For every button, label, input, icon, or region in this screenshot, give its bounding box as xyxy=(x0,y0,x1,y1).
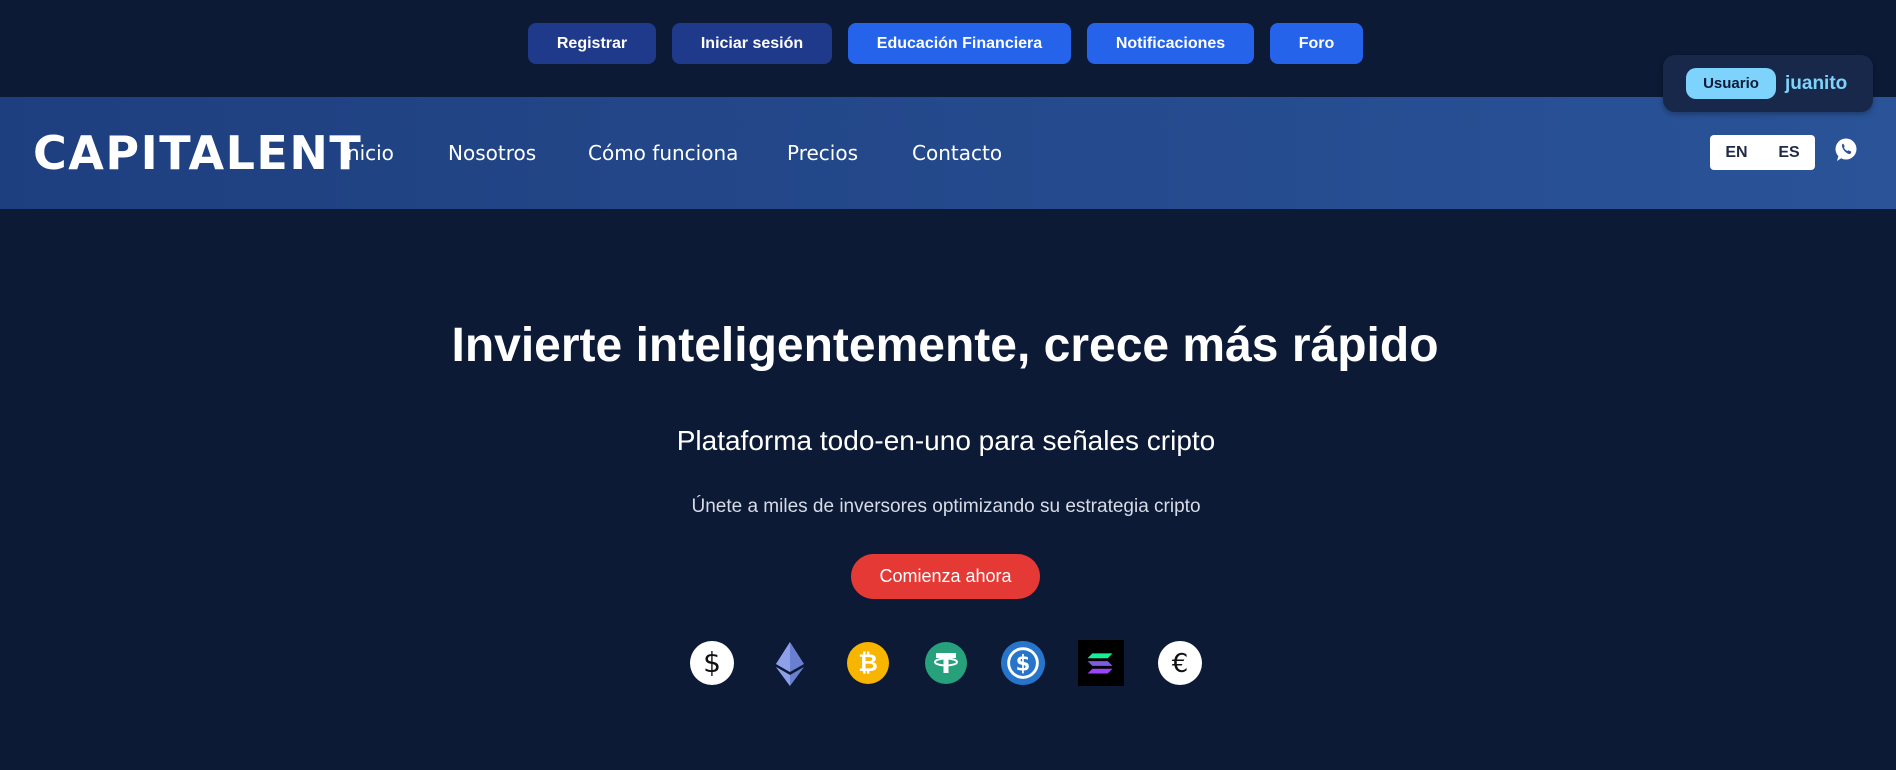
financial-education-button[interactable]: Educación Financiera xyxy=(848,23,1071,64)
register-button[interactable]: Registrar xyxy=(528,23,656,64)
svg-text:₿: ₿ xyxy=(858,649,878,677)
hero-title: Invierte inteligentemente, crece más ráp… xyxy=(451,319,1439,372)
user-name[interactable]: juanito xyxy=(1785,68,1847,99)
hero-subtitle: Plataforma todo-en-uno para señales crip… xyxy=(676,425,1216,456)
forum-button[interactable]: Foro xyxy=(1270,23,1363,64)
nav-precios[interactable]: Precios xyxy=(787,140,858,166)
solana-icon xyxy=(1078,640,1124,686)
lang-es-button[interactable]: ES xyxy=(1763,135,1815,170)
hero-description: Únete a miles de inversores optimizando … xyxy=(691,496,1201,517)
dollar-icon: $ xyxy=(689,640,735,686)
svg-text:$: $ xyxy=(1016,651,1031,676)
nav-inicio[interactable]: Inicio xyxy=(341,140,394,166)
user-panel: Usuario juanito xyxy=(1663,55,1873,112)
login-button[interactable]: Iniciar sesión xyxy=(672,23,832,64)
whatsapp-icon[interactable] xyxy=(1833,137,1859,163)
brand-logo[interactable]: CAPITALENT xyxy=(33,126,362,180)
notifications-button[interactable]: Notificaciones xyxy=(1087,23,1254,64)
nav-contacto[interactable]: Contacto xyxy=(912,140,1002,166)
nav-nosotros[interactable]: Nosotros xyxy=(448,140,536,166)
user-badge: Usuario xyxy=(1686,68,1776,99)
nav-como-funciona[interactable]: Cómo funciona xyxy=(588,140,738,166)
get-started-button[interactable]: Comienza ahora xyxy=(851,554,1040,599)
lang-en-button[interactable]: EN xyxy=(1710,135,1763,170)
euro-icon: € xyxy=(1157,640,1203,686)
tether-icon xyxy=(923,640,969,686)
svg-text:$: $ xyxy=(703,646,721,679)
usdc-icon: $ xyxy=(1000,640,1046,686)
bitcoin-icon: ₿ xyxy=(845,640,891,686)
svg-text:€: € xyxy=(1172,649,1189,679)
ethereum-icon xyxy=(767,640,813,686)
